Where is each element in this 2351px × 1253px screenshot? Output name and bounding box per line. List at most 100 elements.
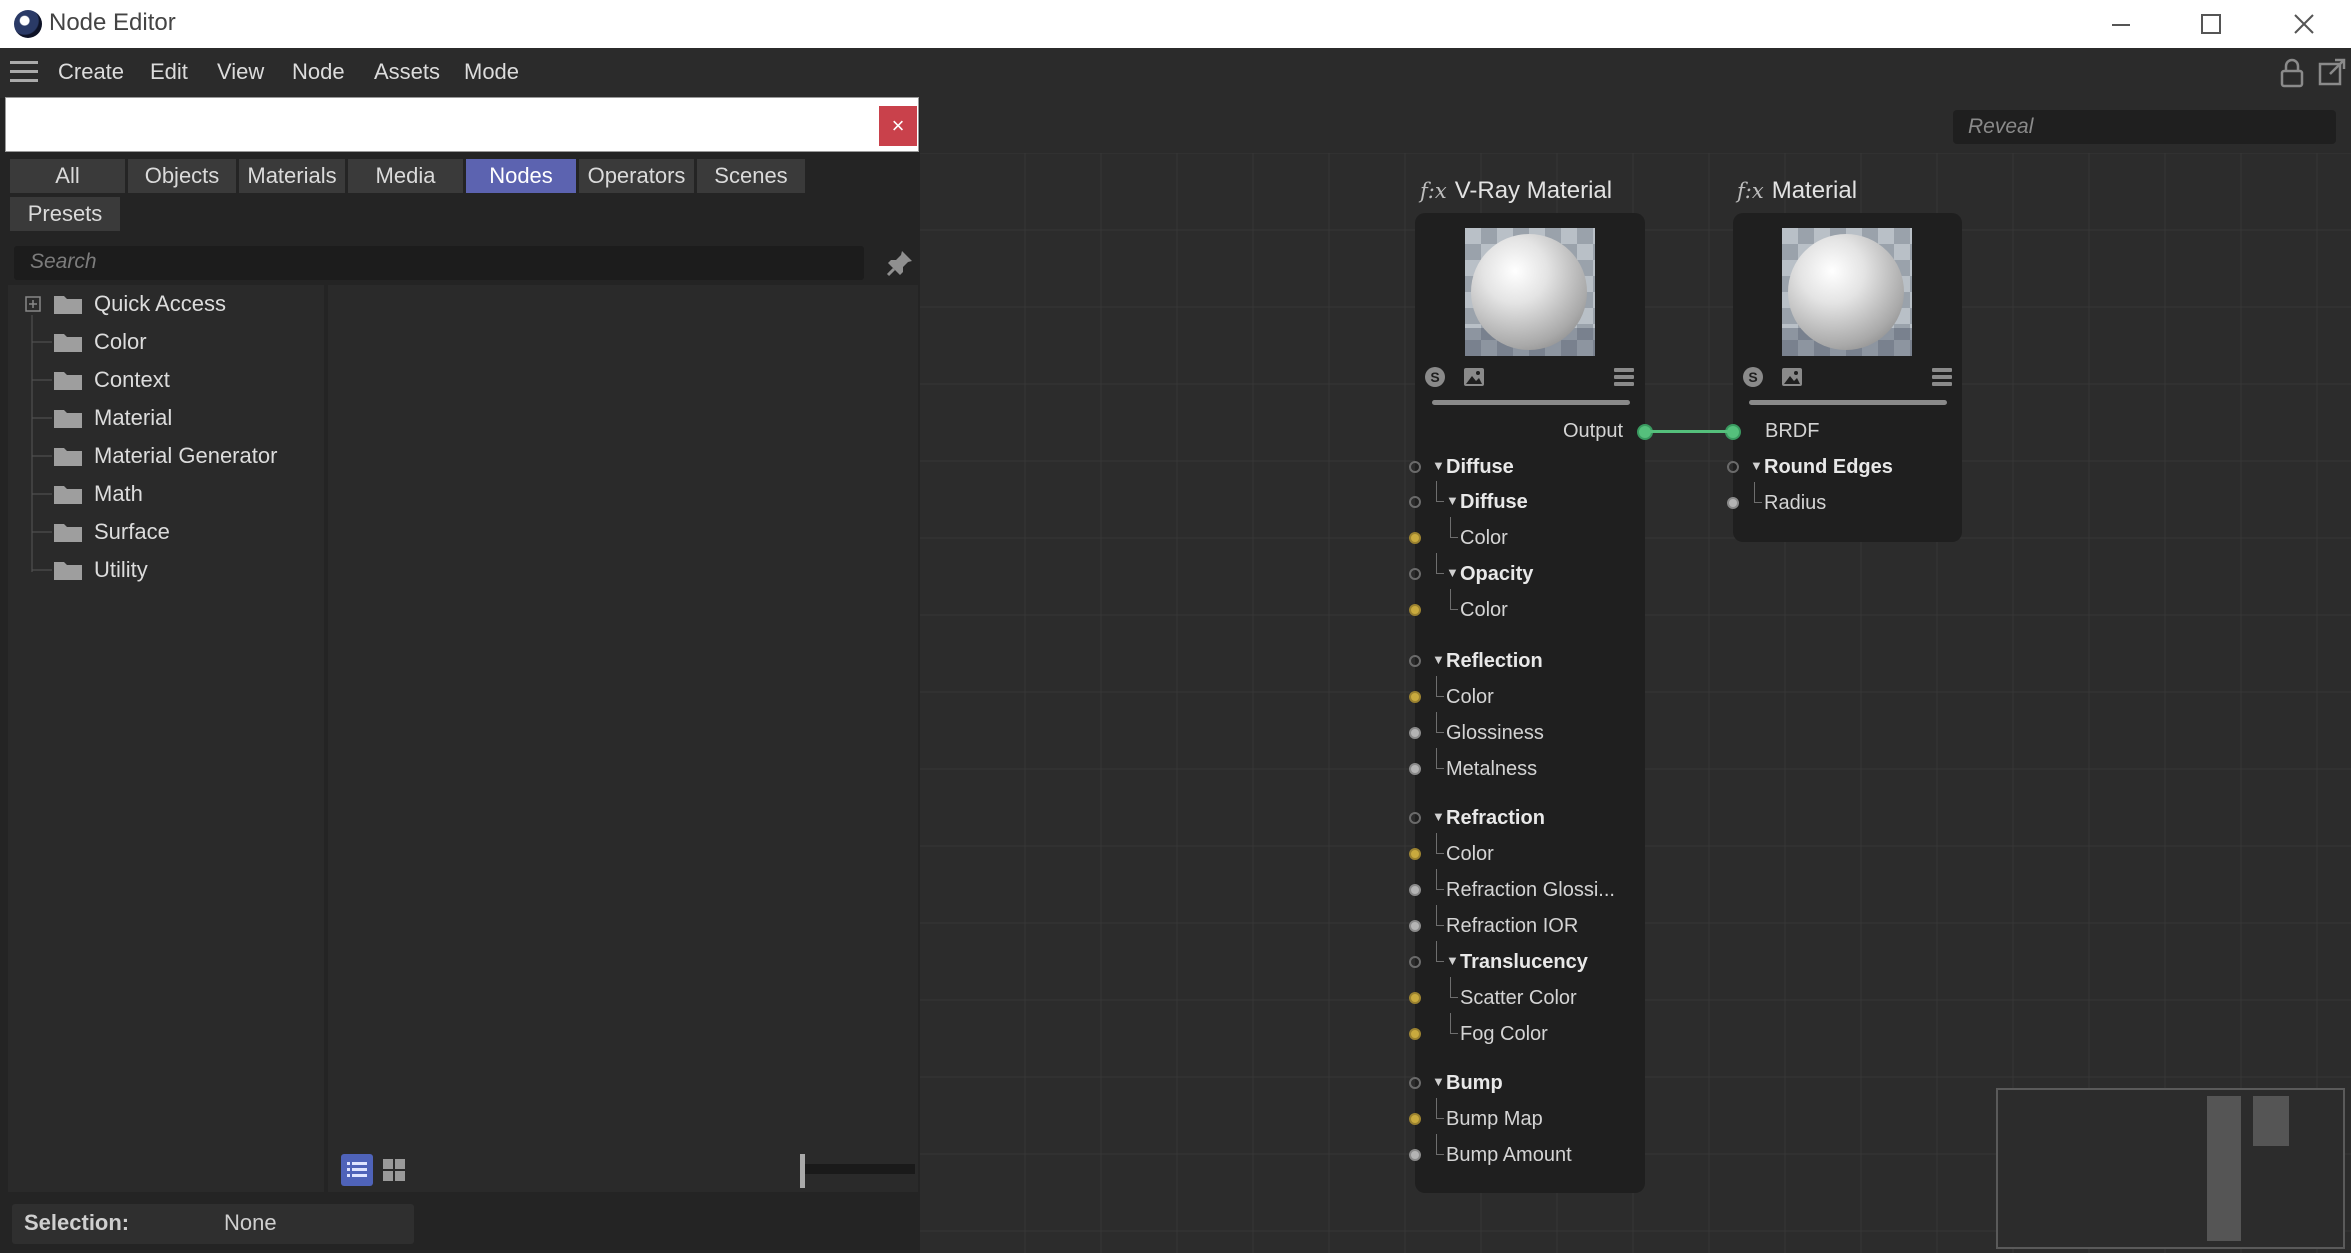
tree-item[interactable]: Math xyxy=(8,475,324,513)
input-port[interactable] xyxy=(1409,992,1421,1004)
vray-node-title[interactable]: f:x V-Ray Material xyxy=(1420,177,1612,205)
tree-item[interactable]: Quick Access xyxy=(8,285,324,323)
tree-connector xyxy=(1450,1013,1451,1034)
input-port[interactable] xyxy=(1409,604,1421,616)
input-port[interactable] xyxy=(1727,461,1739,473)
input-port[interactable] xyxy=(1409,496,1421,508)
input-port[interactable] xyxy=(1409,848,1421,860)
tree-item-label: Math xyxy=(94,481,143,506)
tab-media[interactable]: Media xyxy=(348,159,463,193)
input-port[interactable] xyxy=(1409,956,1421,968)
lock-icon[interactable] xyxy=(2278,58,2306,88)
tree-connector xyxy=(1450,537,1458,538)
image-preview-icon[interactable] xyxy=(1463,366,1485,388)
port-label: Glossiness xyxy=(1446,722,1544,744)
node-connection-wire[interactable] xyxy=(1645,430,1733,433)
port-label: Color xyxy=(1460,599,1508,621)
input-port[interactable] xyxy=(1409,1077,1421,1089)
input-port[interactable] xyxy=(1409,1149,1421,1161)
expand-triangle-icon[interactable]: ▼ xyxy=(1750,458,1763,473)
input-port[interactable] xyxy=(1409,920,1421,932)
expand-triangle-icon[interactable]: ▼ xyxy=(1432,1074,1445,1089)
tree-item[interactable]: Material xyxy=(8,399,324,437)
expand-triangle-icon[interactable]: ▼ xyxy=(1432,652,1445,667)
close-browser-button[interactable]: × xyxy=(879,106,917,146)
input-port[interactable] xyxy=(1409,1113,1421,1125)
minimize-icon xyxy=(2112,24,2130,26)
tree-connector xyxy=(1436,833,1437,854)
pin-icon[interactable] xyxy=(885,248,915,278)
menu-mode[interactable]: Mode xyxy=(464,59,519,85)
tree-connector xyxy=(1436,501,1444,502)
tab-presets[interactable]: Presets xyxy=(10,197,120,231)
close-window-button[interactable] xyxy=(2258,0,2350,48)
expand-plus-icon[interactable] xyxy=(25,296,41,312)
solo-icon[interactable]: S xyxy=(1424,366,1446,388)
menu-create[interactable]: Create xyxy=(58,59,124,85)
expand-triangle-icon[interactable]: ▼ xyxy=(1432,809,1445,824)
input-port[interactable] xyxy=(1409,812,1421,824)
zoom-slider-thumb[interactable] xyxy=(800,1154,805,1188)
browser-top-input[interactable] xyxy=(5,97,919,152)
tree-connector xyxy=(1436,573,1444,574)
input-port[interactable] xyxy=(1409,461,1421,473)
input-port[interactable] xyxy=(1409,763,1421,775)
node-menu-icon[interactable] xyxy=(1613,366,1635,388)
tree-item[interactable]: Color xyxy=(8,323,324,361)
tree-connector xyxy=(1436,712,1437,733)
minimap[interactable] xyxy=(1996,1088,2345,1249)
input-port[interactable] xyxy=(1409,532,1421,544)
port-label: Fog Color xyxy=(1460,1023,1548,1045)
grid-view-icon[interactable] xyxy=(380,1156,408,1184)
list-view-icon[interactable] xyxy=(341,1154,373,1186)
tab-scenes[interactable]: Scenes xyxy=(697,159,805,193)
input-port[interactable] xyxy=(1409,655,1421,667)
input-port[interactable] xyxy=(1409,727,1421,739)
menu-assets[interactable]: Assets xyxy=(374,59,440,85)
tree-item[interactable]: Utility xyxy=(8,551,324,589)
port-label: Round Edges xyxy=(1764,456,1893,478)
tree-item[interactable]: Surface xyxy=(8,513,324,551)
tab-materials[interactable]: Materials xyxy=(239,159,345,193)
tree-item-label: Material Generator xyxy=(94,443,278,468)
svg-text:S: S xyxy=(1430,369,1439,385)
tree-item[interactable]: Context xyxy=(8,361,324,399)
tree-item[interactable]: Material Generator xyxy=(8,437,324,475)
folder-icon xyxy=(54,372,82,390)
solo-icon[interactable]: S xyxy=(1742,366,1764,388)
browser-search-input[interactable]: Search xyxy=(14,246,864,280)
menu-node[interactable]: Node xyxy=(292,59,345,85)
tab-operators[interactable]: Operators xyxy=(579,159,694,193)
expand-triangle-icon[interactable]: ▼ xyxy=(1446,565,1459,580)
browser-content-area[interactable] xyxy=(328,285,918,1192)
expand-triangle-icon[interactable]: ▼ xyxy=(1446,493,1459,508)
popout-icon[interactable] xyxy=(2318,58,2346,86)
hamburger-menu-icon[interactable] xyxy=(10,61,38,83)
reveal-input[interactable]: Reveal xyxy=(1953,110,2336,144)
input-port[interactable] xyxy=(1409,568,1421,580)
port-label: Bump Map xyxy=(1446,1108,1543,1130)
menu-edit[interactable]: Edit xyxy=(150,59,188,85)
port-label: Scatter Color xyxy=(1460,987,1577,1009)
port-label: Color xyxy=(1460,527,1508,549)
input-port[interactable] xyxy=(1409,1028,1421,1040)
selection-value: None xyxy=(224,1210,277,1235)
minimize-button[interactable] xyxy=(2075,0,2167,48)
tab-all[interactable]: All xyxy=(10,159,125,193)
expand-triangle-icon[interactable]: ▼ xyxy=(1432,458,1445,473)
tab-nodes[interactable]: Nodes xyxy=(466,159,576,193)
input-port[interactable] xyxy=(1409,884,1421,896)
tree-item-label: Color xyxy=(94,329,147,354)
input-port[interactable] xyxy=(1409,691,1421,703)
image-preview-icon[interactable] xyxy=(1781,366,1803,388)
app-logo-icon xyxy=(14,10,42,38)
material-node-title[interactable]: f:x Material xyxy=(1737,177,1857,205)
node-menu-icon[interactable] xyxy=(1931,366,1953,388)
tab-objects[interactable]: Objects xyxy=(128,159,236,193)
maximize-button[interactable] xyxy=(2165,0,2257,48)
port-label: Diffuse xyxy=(1446,456,1514,478)
menu-view[interactable]: View xyxy=(217,59,264,85)
expand-triangle-icon[interactable]: ▼ xyxy=(1446,953,1459,968)
input-port[interactable] xyxy=(1727,497,1739,509)
zoom-slider[interactable] xyxy=(800,1164,915,1174)
